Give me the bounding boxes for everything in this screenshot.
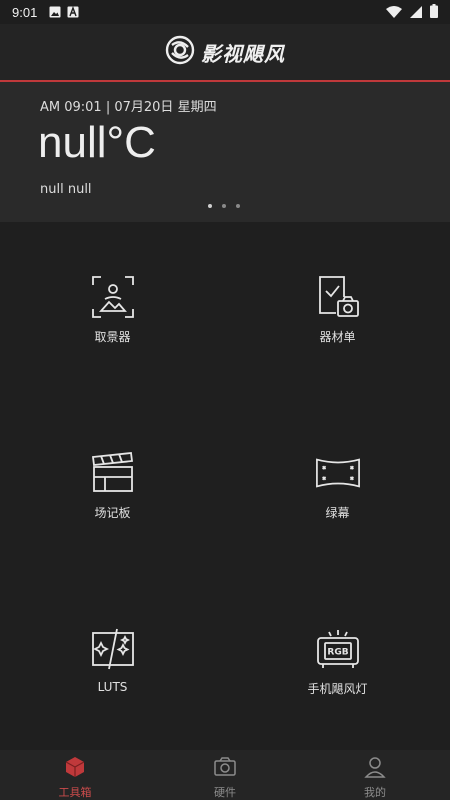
svg-text:RGB: RGB <box>327 648 348 658</box>
tool-label: 手机飓风灯 <box>307 682 368 696</box>
battery-icon <box>430 3 438 22</box>
nav-toolbox[interactable]: 工具箱 <box>0 750 150 800</box>
tool-viewfinder[interactable]: 取景器 <box>0 222 225 398</box>
tool-green-screen[interactable]: 绿幕 <box>225 398 450 574</box>
tool-label: LUTS <box>97 680 128 694</box>
carousel-dot <box>208 204 212 208</box>
weather-condition: null null <box>40 182 92 197</box>
green-screen-icon <box>315 450 361 496</box>
signal-icon <box>410 3 422 22</box>
tool-label: 场记板 <box>94 506 131 520</box>
nav-hardware[interactable]: 硬件 <box>150 750 300 800</box>
status-bar: 9:01 <box>0 0 450 24</box>
carousel-indicator <box>208 204 240 208</box>
image-icon <box>49 3 61 22</box>
nav-label: 工具箱 <box>58 786 92 799</box>
toolbox-icon <box>64 756 86 782</box>
weather-card[interactable]: AM 09:01 | 07月20日 星期四 null°C null null <box>0 82 450 222</box>
rgb-light-icon: RGB <box>315 626 361 672</box>
tool-clapperboard[interactable]: 场记板 <box>0 398 225 574</box>
clapperboard-icon <box>90 450 136 496</box>
a-icon <box>67 3 79 22</box>
status-time: 9:01 <box>12 4 38 20</box>
date-time-line: AM 09:01 | 07月20日 星期四 <box>40 100 217 115</box>
tools-grid: 取景器 器材单 场记板 绿幕 LUTS RGB 手机飓风灯 <box>0 222 450 750</box>
carousel-dot <box>222 204 226 208</box>
equipment-list-icon <box>315 274 361 320</box>
bottom-nav: 工具箱 硬件 我的 <box>0 750 450 800</box>
nav-label: 硬件 <box>214 786 236 799</box>
tool-label: 绿幕 <box>325 506 350 520</box>
nav-profile[interactable]: 我的 <box>300 750 450 800</box>
luts-icon <box>90 626 136 672</box>
tool-rgb-light[interactable]: RGB 手机飓风灯 <box>225 574 450 750</box>
camera-icon <box>214 756 236 782</box>
tool-luts[interactable]: LUTS <box>0 574 225 750</box>
tool-equipment-list[interactable]: 器材单 <box>225 222 450 398</box>
tool-label: 器材单 <box>319 330 356 344</box>
logo-text: 影视飓风 <box>201 41 285 66</box>
person-icon <box>364 756 386 782</box>
tool-label: 取景器 <box>94 330 131 344</box>
temperature: null°C <box>38 118 156 167</box>
logo-icon <box>165 35 195 69</box>
app-logo: 影视飓风 <box>165 35 285 69</box>
nav-label: 我的 <box>364 786 386 799</box>
app-bar: 影视飓风 <box>0 24 450 80</box>
carousel-dot <box>236 204 240 208</box>
viewfinder-icon <box>90 274 136 320</box>
wifi-icon <box>386 3 402 22</box>
